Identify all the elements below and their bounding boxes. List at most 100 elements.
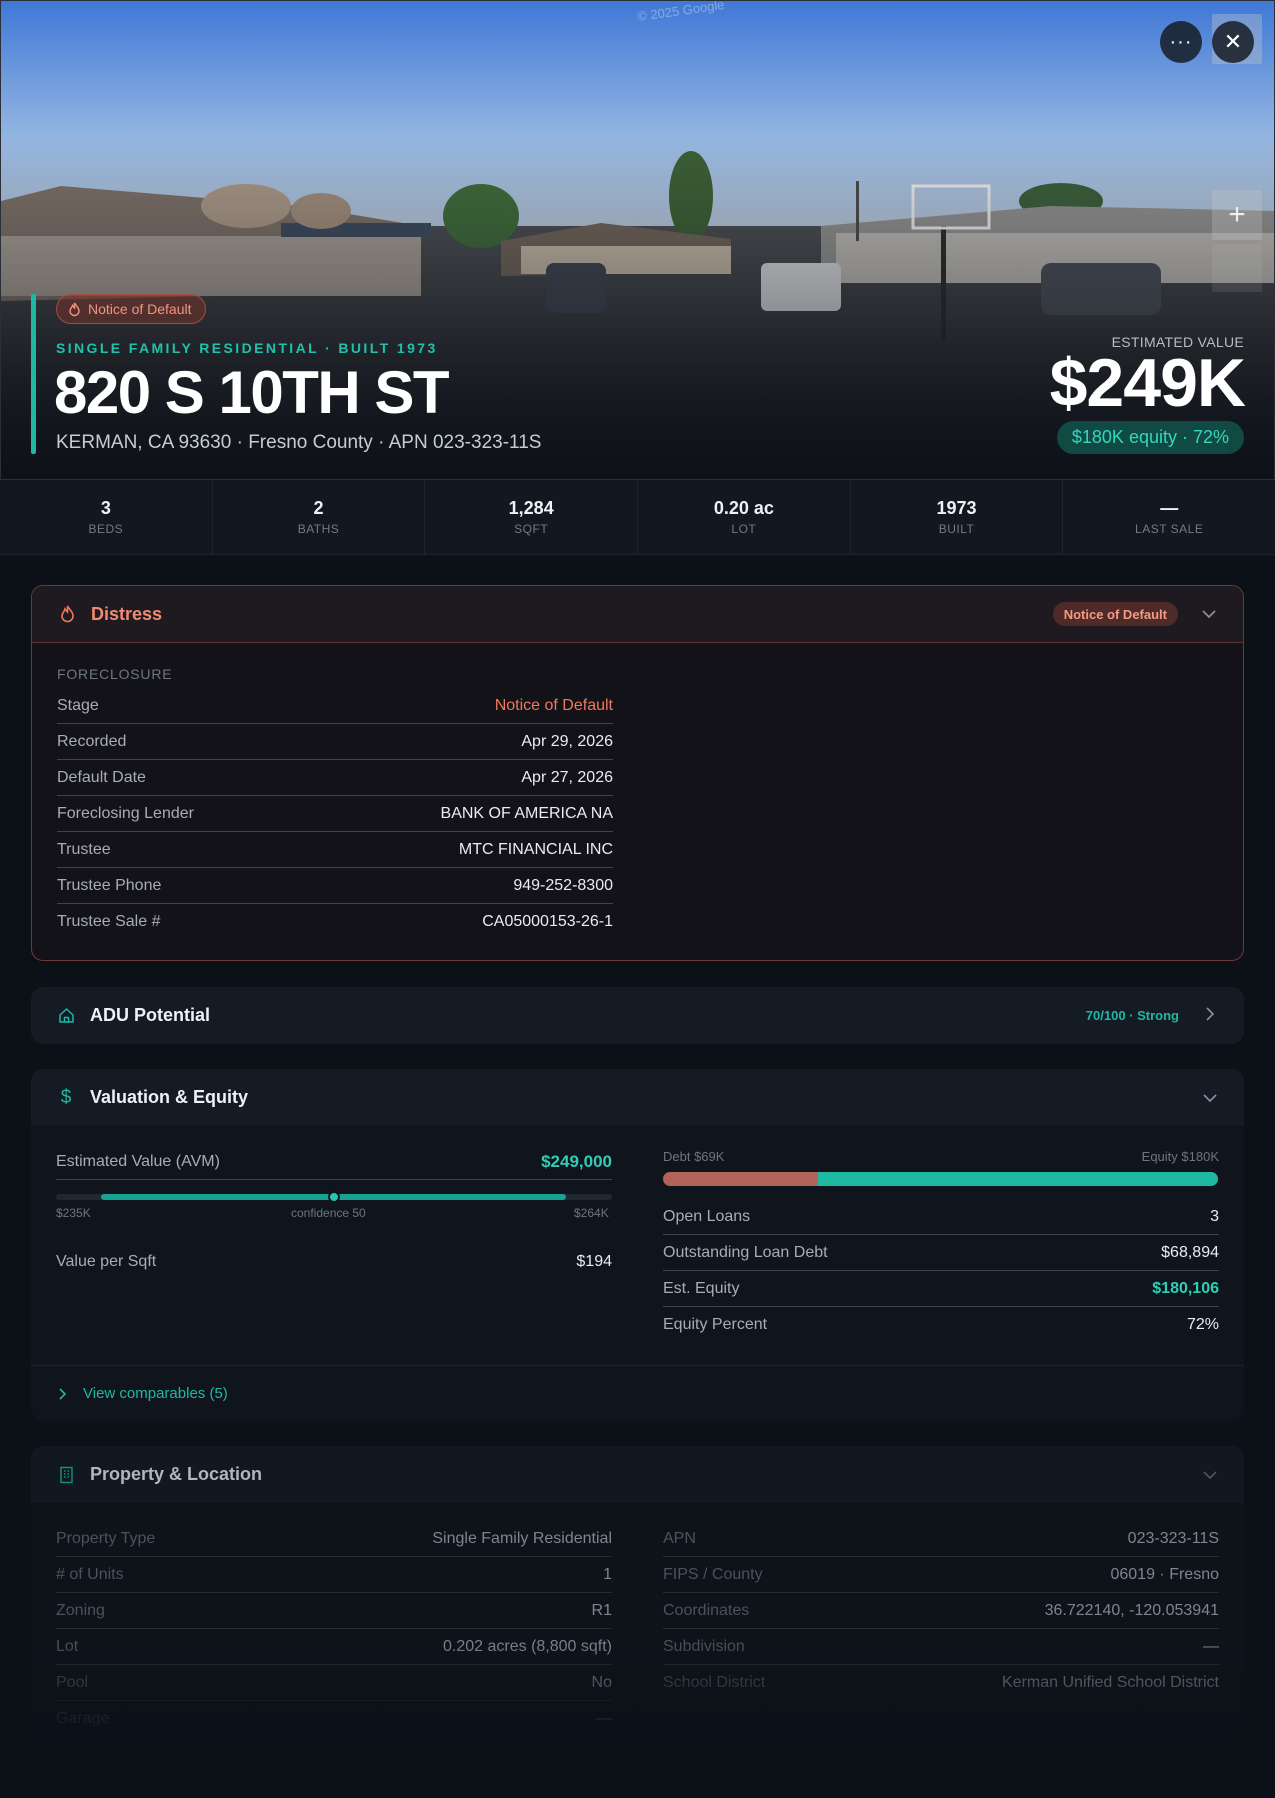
distress-section-header[interactable]: Distress Notice of Default — [32, 586, 1243, 643]
avm-range-bar — [56, 1191, 612, 1203]
avm-marker — [328, 1191, 340, 1203]
status-badge: Notice of Default — [1052, 602, 1178, 626]
row-label: Coordinates — [663, 1601, 750, 1619]
equity-segment — [818, 1172, 1218, 1186]
row-value: 3 — [1210, 1207, 1219, 1225]
property-stats-bar: 3 BEDS 2 BATHS 1,284 SQFT 0.20 ac LOT 1973 BU… — [0, 480, 1275, 555]
stat-value: — — [1160, 498, 1179, 518]
stat-label: LAST SALE — [1135, 522, 1204, 536]
property-section-header[interactable]: Property & Location — [31, 1446, 1244, 1503]
foreclosure-row-trustee-sale: Trustee Sale # CA05000153-26-1 — [57, 904, 613, 940]
property-row: # of Units 1 — [56, 1557, 612, 1593]
row-value: $194 — [576, 1253, 612, 1270]
distress-status-pill: Notice of Default — [56, 294, 206, 324]
valuation-section-header[interactable]: $ Valuation & Equity — [31, 1069, 1244, 1126]
debt-equity-bar — [663, 1172, 1218, 1186]
zoom-out-button[interactable] — [1212, 244, 1262, 292]
stat-value: 3 — [100, 498, 111, 518]
row-label: Property Type — [56, 1529, 156, 1547]
row-value: Single Family Residential — [432, 1529, 612, 1547]
stat-label: BATHS — [297, 522, 340, 536]
foreclosure-row-stage: Stage Notice of Default — [57, 688, 613, 724]
view-comparables-label: View comparables (5) — [83, 1385, 228, 1402]
row-label: # of Units — [56, 1565, 124, 1583]
row-value: No — [591, 1673, 612, 1691]
row-label: Outstanding Loan Debt — [663, 1243, 828, 1261]
row-label: School District — [663, 1674, 766, 1691]
property-row: Property Type Single Family Residential — [56, 1521, 612, 1557]
row-label: Est. Equity — [663, 1279, 740, 1297]
distress-pill-label: Notice of Default — [88, 301, 192, 317]
avm-range-low: $235K — [56, 1206, 91, 1220]
property-location-section: Property & Location Property Type Single … — [31, 1446, 1244, 1746]
adu-section[interactable]: ADU Potential 70/100 · Strong — [31, 987, 1244, 1044]
avm-confidence: confidence 50 — [291, 1206, 366, 1220]
stat-value: 0.20 ac — [713, 498, 774, 518]
row-label: FIPS / County — [663, 1565, 763, 1583]
adu-section-header[interactable]: ADU Potential 70/100 · Strong — [31, 987, 1244, 1044]
view-comparables-link[interactable]: View comparables (5) — [31, 1365, 1244, 1421]
property-row: Garage — — [56, 1701, 612, 1737]
location-row: Coordinates 36.722140, -120.053941 — [663, 1593, 1219, 1629]
row-label: Lot — [56, 1637, 79, 1655]
distress-section: Distress Notice of Default FORECLOSURE S… — [31, 585, 1244, 961]
more-options-button[interactable]: ··· — [1160, 21, 1202, 63]
stat-built: 1973 BUILT — [851, 480, 1064, 554]
chevron-down-icon[interactable] — [1201, 1090, 1219, 1106]
chevron-right-icon — [59, 1387, 67, 1400]
loan-row-open-loans: Open Loans 3 — [663, 1199, 1219, 1235]
location-row: FIPS / County 06019 · Fresno — [663, 1557, 1219, 1593]
row-value: Notice of Default — [494, 696, 613, 714]
stat-beds: 3 BEDS — [0, 480, 213, 554]
property-row: Lot 0.202 acres (8,800 sqft) — [56, 1629, 612, 1665]
foreclosure-row-default-date: Default Date Apr 27, 2026 — [57, 760, 613, 796]
stat-baths: 2 BATHS — [213, 480, 426, 554]
foreclosure-row-trustee: Trustee MTC FINANCIAL INC — [57, 832, 613, 868]
page-title: 820 S 10TH ST — [54, 359, 450, 426]
distress-title: Distress — [91, 603, 163, 624]
row-value: $180,106 — [1152, 1279, 1219, 1297]
row-label: Default Date — [57, 768, 146, 786]
row-value: 0.202 acres (8,800 sqft) — [443, 1637, 612, 1655]
flame-icon — [69, 302, 80, 316]
chevron-down-icon[interactable] — [1201, 1467, 1219, 1483]
chevron-down-icon[interactable] — [1200, 606, 1218, 622]
property-row: Pool No — [56, 1665, 612, 1701]
loan-row-est-equity: Est. Equity $180,106 — [663, 1271, 1219, 1307]
row-label: Trustee Phone — [57, 876, 162, 894]
row-value: — — [1203, 1637, 1219, 1655]
equity-badge: $180K equity · 72% — [1056, 421, 1244, 454]
adu-score: 70/100 · Strong — [1085, 1008, 1179, 1023]
location-row: APN 023-323-11S — [663, 1521, 1219, 1557]
foreclosure-row-lender: Foreclosing Lender BANK OF AMERICA NA — [57, 796, 613, 832]
flame-icon — [57, 604, 77, 624]
row-value: 1 — [603, 1565, 612, 1583]
valuation-title: Valuation & Equity — [90, 1087, 249, 1107]
property-type-label: SINGLE FAMILY RESIDENTIAL · BUILT 1973 — [56, 340, 438, 356]
chevron-right-icon[interactable] — [1201, 1007, 1219, 1024]
row-label: Value per Sqft — [56, 1253, 157, 1270]
row-label: Recorded — [57, 732, 127, 750]
close-button[interactable]: ✕ — [1212, 21, 1254, 63]
row-label: Open Loans — [663, 1207, 751, 1225]
avm-range-high: $264K — [574, 1206, 609, 1220]
avm-row: Estimated Value (AVM) $249,000 — [56, 1144, 612, 1180]
row-value: 36.722140, -120.053941 — [1044, 1601, 1219, 1619]
stat-label: SQFT — [514, 522, 549, 536]
stat-value: 2 — [313, 498, 324, 518]
row-label: Equity Percent — [663, 1316, 768, 1333]
row-value: — — [596, 1710, 612, 1727]
row-value: CA05000153-26-1 — [482, 913, 613, 930]
stat-value: 1,284 — [508, 498, 554, 518]
row-value[interactable]: 949-252-8300 — [513, 877, 613, 895]
row-label: Pool — [56, 1673, 89, 1691]
avm-value: $249,000 — [541, 1151, 612, 1171]
row-label: Trustee — [57, 840, 111, 858]
foreclosure-section-label: FORECLOSURE — [57, 666, 173, 682]
row-value: 72% — [1186, 1316, 1219, 1333]
zoom-in-button[interactable]: + — [1212, 190, 1262, 240]
stat-label: BUILT — [938, 522, 975, 536]
foreclosure-row-trustee-phone: Trustee Phone 949-252-8300 — [57, 868, 613, 904]
building-icon — [56, 1465, 76, 1485]
stat-lot: 0.20 ac LOT — [638, 480, 851, 554]
